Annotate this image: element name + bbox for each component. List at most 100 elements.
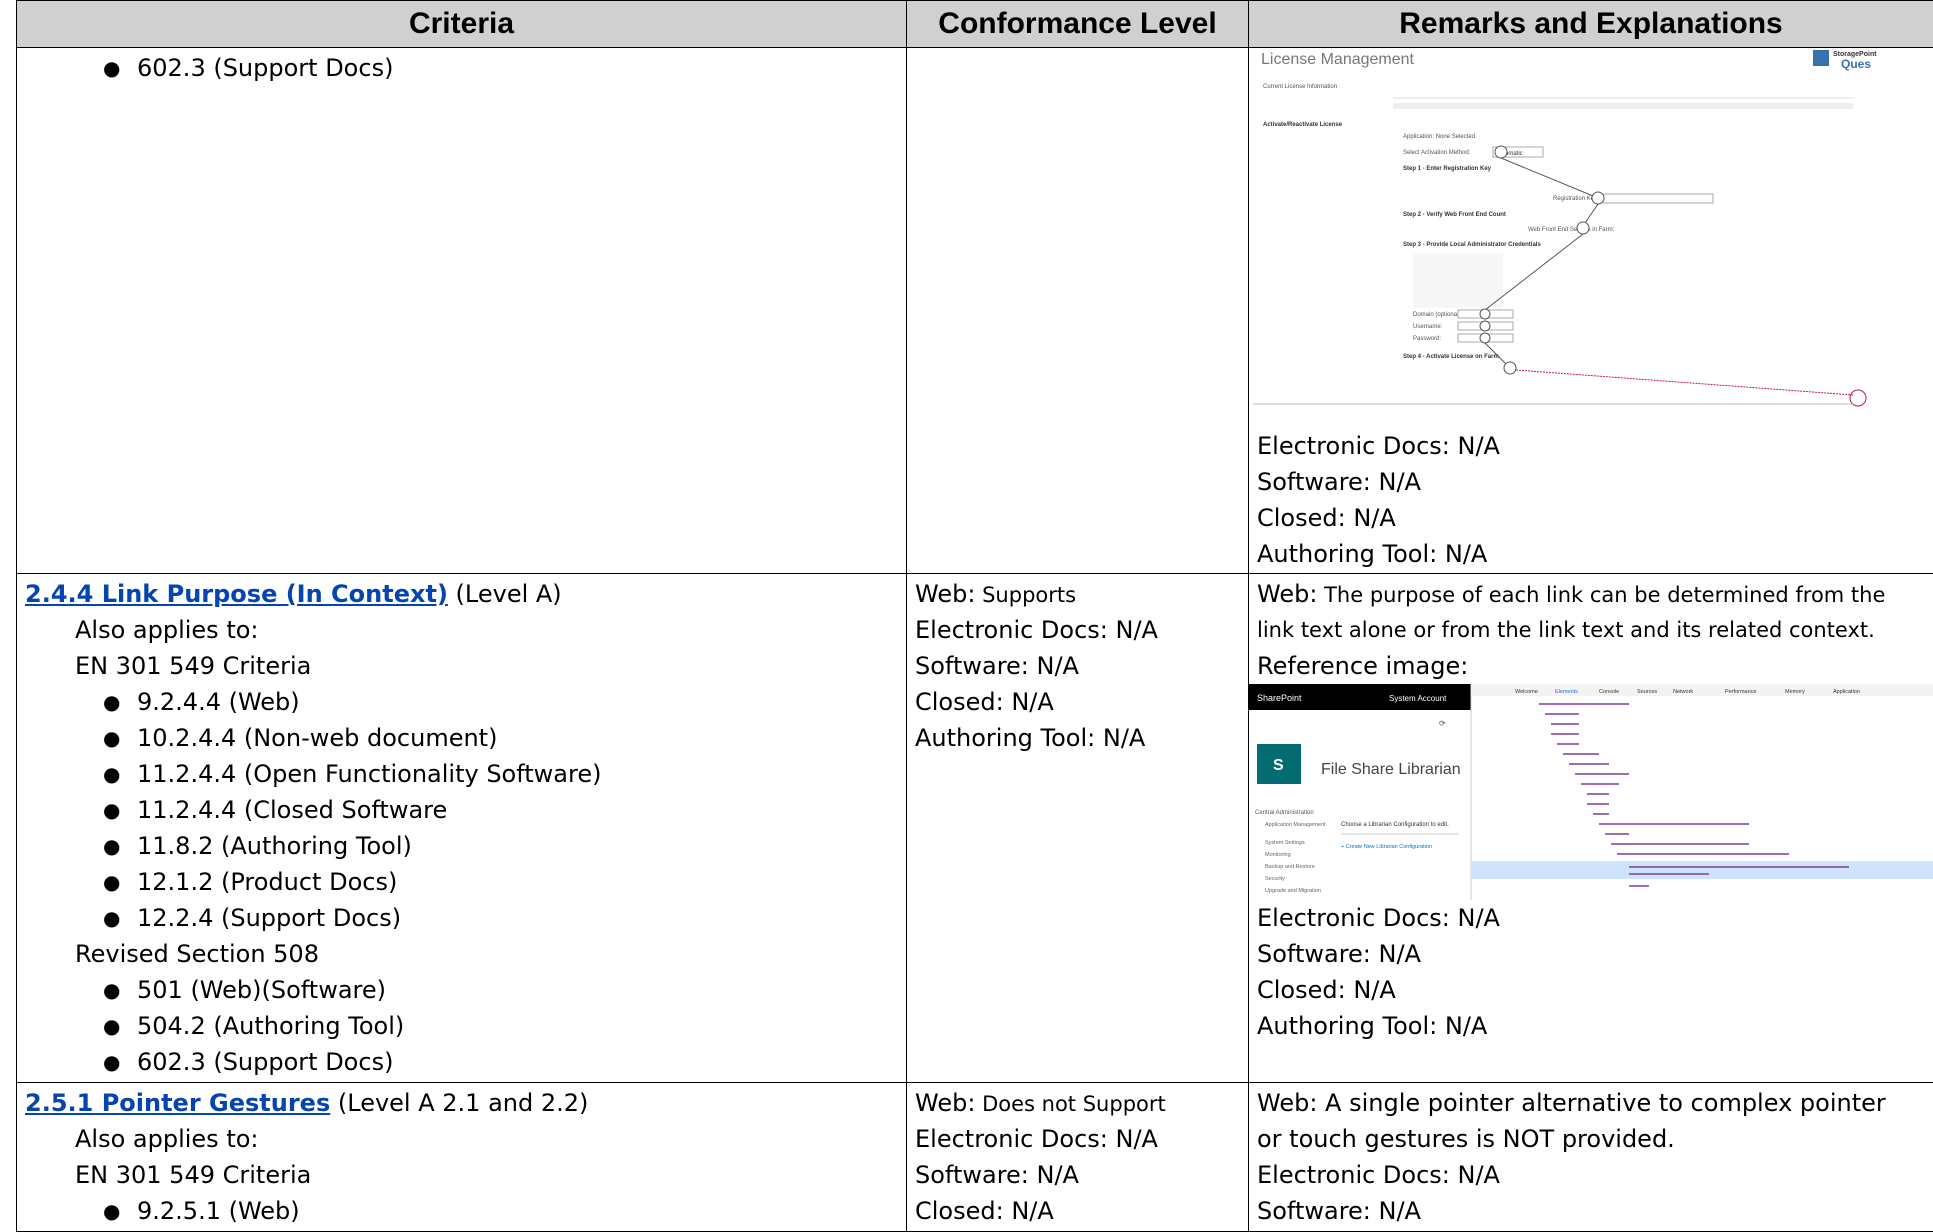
conformance-line: Software: N/A — [915, 648, 1240, 684]
conf-web-value: Supports — [975, 583, 1076, 607]
select-method-label: Select Activation Method: — [1403, 150, 1471, 156]
step4-label: Step 4 - Activate License on Farm — [1403, 354, 1499, 360]
criteria-bullet: 602.3 (Support Docs) — [25, 50, 898, 86]
reference-image-label: Reference image: — [1257, 648, 1925, 684]
header-row: Criteria Conformance Level Remarks and E… — [17, 1, 1933, 48]
storagepoint-logo-icon — [1813, 50, 1829, 66]
brand-bottom: Ques — [1841, 57, 1871, 71]
remarks-cell: License Management StoragePoint Ques Cur… — [1249, 48, 1933, 574]
remark-line: Authoring Tool: N/A — [1257, 536, 1929, 572]
nav-item[interactable]: Upgrade and Migration — [1265, 888, 1321, 894]
conformance-cell: Web: Does not Support Electronic Docs: N… — [907, 1083, 1249, 1232]
remark-line: Software: N/A — [1257, 1193, 1925, 1229]
devtools-tab[interactable]: Memory — [1785, 689, 1805, 695]
header-remarks: Remarks and Explanations — [1249, 1, 1933, 48]
devtools-tab[interactable]: Performance — [1725, 689, 1757, 695]
username-label: Username: — [1413, 324, 1443, 330]
step2-label: Step 2 - Verify Web Front End Count — [1403, 212, 1506, 218]
choose-config-label: Choose a Librarian Configuration to edit… — [1341, 822, 1449, 828]
password-label: Password: — [1413, 336, 1441, 342]
remarks-web-text-2: link text alone or from the link text an… — [1257, 612, 1925, 648]
conformance-cell — [907, 48, 1249, 574]
activate-label: Activate/Reactivate License — [1263, 122, 1343, 128]
current-license-label: Current License Information — [1263, 84, 1337, 90]
list-item: 12.2.4 (Support Docs) — [25, 900, 898, 936]
remark-line: Software: N/A — [1257, 936, 1925, 972]
conformance-table: Criteria Conformance Level Remarks and E… — [16, 0, 1933, 1232]
conformance-line: Electronic Docs: N/A — [915, 1121, 1240, 1157]
remarks-cell: Web: A single pointer alternative to com… — [1249, 1083, 1933, 1232]
table-row: 602.3 (Support Docs) License Management … — [17, 48, 1933, 574]
criterion-level: (Level A 2.1 and 2.2) — [330, 1089, 588, 1117]
list-item: 11.2.4.4 (Closed Software — [25, 792, 898, 828]
en-criteria-label: EN 301 549 Criteria — [25, 1157, 898, 1193]
sharepoint-devtools-screenshot: SharePoint System Account ⟳ S File Share… — [1249, 684, 1933, 900]
list-item: 9.2.4.4 (Web) — [25, 684, 898, 720]
nav-item[interactable]: System Settings — [1265, 840, 1305, 846]
license-management-screenshot: License Management StoragePoint Ques Cur… — [1253, 48, 1929, 428]
wfe-label: Web Front End Servers in Farm: — [1528, 227, 1615, 233]
devtools-tab[interactable]: Welcome — [1515, 689, 1538, 695]
conf-web-label: Web: — [915, 1089, 975, 1117]
nav-item[interactable]: Monitoring — [1265, 852, 1291, 858]
list-item: 9.2.5.1 (Web) — [25, 1193, 898, 1229]
remark-line: Software: N/A — [1257, 464, 1929, 500]
criteria-cell: 2.4.4 Link Purpose (In Context) (Level A… — [17, 574, 907, 1083]
application-label: Application: None Selected — [1403, 134, 1475, 140]
nav-item[interactable]: Security — [1265, 876, 1285, 882]
header-criteria: Criteria — [17, 1, 907, 48]
criterion-link-2-5-1[interactable]: 2.5.1 Pointer Gestures — [25, 1089, 330, 1117]
criteria-cell: 2.5.1 Pointer Gestures (Level A 2.1 and … — [17, 1083, 907, 1232]
list-item: 504.2 (Authoring Tool) — [25, 1008, 898, 1044]
remarks-web-text-2: or touch gestures is NOT provided. — [1257, 1121, 1925, 1157]
remark-line: Closed: N/A — [1257, 500, 1929, 536]
header-conformance: Conformance Level — [907, 1, 1249, 48]
step1-label: Step 1 - Enter Registration Key — [1403, 166, 1492, 172]
scroll-icon: ⟳ — [1439, 719, 1446, 728]
nav-item[interactable]: Backup and Restore — [1265, 864, 1315, 870]
also-applies-label: Also applies to: — [25, 1121, 898, 1157]
devtools-tab[interactable]: Sources — [1637, 689, 1657, 695]
table-row: 2.4.4 Link Purpose (In Context) (Level A… — [17, 574, 1933, 1083]
remarks-web-label: Web: — [1257, 580, 1317, 608]
also-applies-label: Also applies to: — [25, 612, 898, 648]
revised-508-label: Revised Section 508 — [25, 936, 898, 972]
remarks-web-label: Web: — [1257, 1089, 1317, 1117]
domain-label: Domain (optional): — [1413, 312, 1462, 318]
list-item: 11.8.2 (Authoring Tool) — [25, 828, 898, 864]
criterion-level: (Level A) — [448, 580, 562, 608]
nav-item[interactable]: Application Management — [1265, 822, 1326, 828]
conformance-line: Closed: N/A — [915, 684, 1240, 720]
conformance-line: Closed: N/A — [915, 1193, 1240, 1229]
list-item: 602.3 (Support Docs) — [25, 1044, 898, 1080]
list-item: 10.2.4.4 (Non-web document) — [25, 720, 898, 756]
conf-web-label: Web: — [915, 580, 975, 608]
file-share-title: File Share Librarian — [1321, 761, 1461, 778]
conformance-line: Authoring Tool: N/A — [915, 720, 1240, 756]
devtools-tab[interactable]: Network — [1673, 689, 1693, 695]
conformance-line: Software: N/A — [915, 1157, 1240, 1193]
en-criteria-label: EN 301 549 Criteria — [25, 648, 898, 684]
sharepoint-label: SharePoint — [1257, 693, 1302, 703]
conf-web-value: Does not Support — [975, 1092, 1165, 1116]
criteria-cell: 602.3 (Support Docs) — [17, 48, 907, 574]
remarks-web-text: A single pointer alternative to complex … — [1317, 1089, 1885, 1117]
system-account-label: System Account — [1389, 694, 1447, 703]
conformance-cell: Web: Supports Electronic Docs: N/A Softw… — [907, 574, 1249, 1083]
list-item: 501 (Web)(Software) — [25, 972, 898, 1008]
license-title: License Management — [1261, 51, 1415, 68]
central-admin-link[interactable]: Central Administration — [1255, 810, 1314, 816]
create-new-link[interactable]: + Create New Librarian Configuration — [1341, 844, 1432, 850]
reg-key-input[interactable] — [1603, 194, 1713, 203]
conformance-line: Electronic Docs: N/A — [915, 612, 1240, 648]
step3-label: Step 3 - Provide Local Administrator Cre… — [1403, 242, 1541, 248]
remark-line: Electronic Docs: N/A — [1257, 1157, 1925, 1193]
devtools-tab[interactable]: Console — [1599, 689, 1619, 695]
criterion-link-2-4-4[interactable]: 2.4.4 Link Purpose (In Context) — [25, 580, 448, 608]
devtools-tab[interactable]: Elements — [1555, 689, 1578, 695]
list-item: 11.2.4.4 (Open Functionality Software) — [25, 756, 898, 792]
devtools-tab[interactable]: Application — [1833, 689, 1860, 695]
list-item: 12.1.2 (Product Docs) — [25, 864, 898, 900]
svg-text:S: S — [1273, 757, 1284, 774]
remark-line: Authoring Tool: N/A — [1257, 1008, 1925, 1044]
